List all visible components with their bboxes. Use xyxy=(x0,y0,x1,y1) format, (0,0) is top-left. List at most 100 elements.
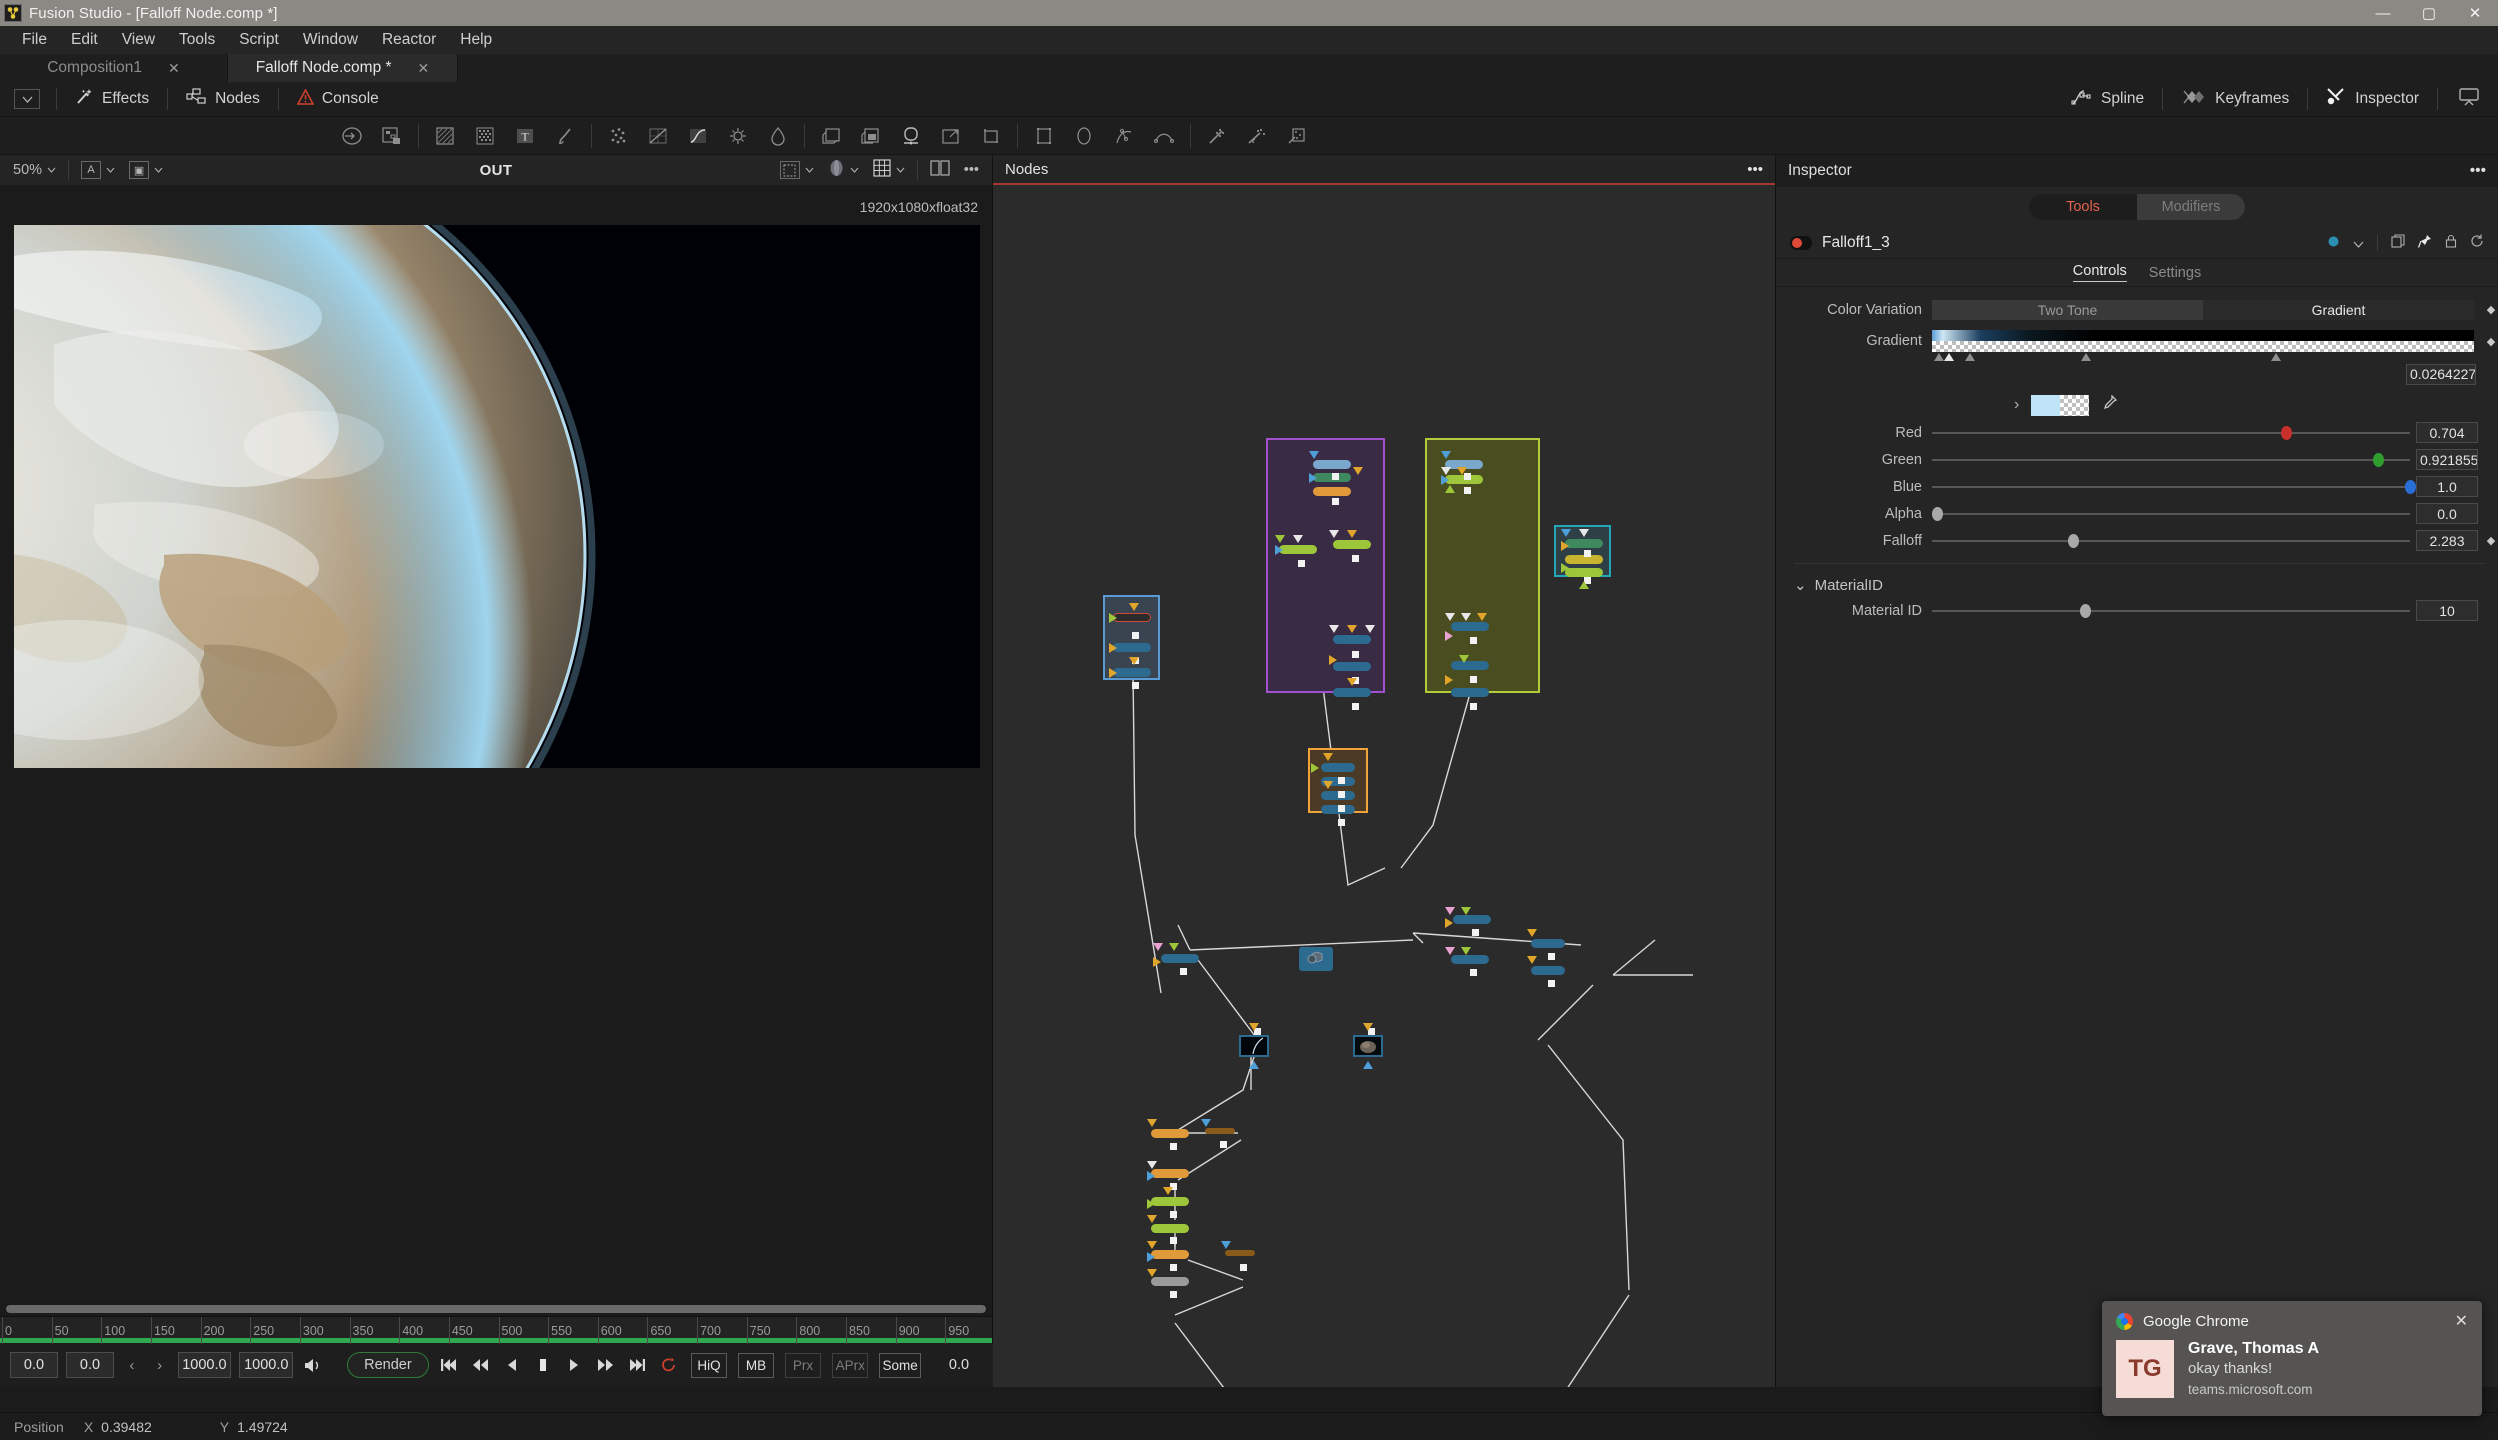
node-port-arrow[interactable] xyxy=(1147,1161,1157,1169)
node-port-arrow[interactable] xyxy=(1311,763,1319,773)
node-port-arrow[interactable] xyxy=(1445,485,1455,493)
prender-icon[interactable] xyxy=(1277,121,1317,151)
node-bar[interactable] xyxy=(1161,954,1199,963)
node-connector-handle[interactable] xyxy=(1548,953,1555,960)
polygon-mask-icon[interactable] xyxy=(1144,121,1184,151)
node-connector-handle[interactable] xyxy=(1464,487,1471,494)
ellipse-mask-icon[interactable] xyxy=(1064,121,1104,151)
green-slider[interactable] xyxy=(1932,451,2410,469)
node-bar[interactable] xyxy=(1451,622,1489,631)
chevron-down-icon[interactable] xyxy=(2353,235,2364,251)
keyframe-diamond-icon[interactable]: ◆ xyxy=(2484,534,2498,547)
menu-help[interactable]: Help xyxy=(448,28,504,52)
scroll-thumb[interactable] xyxy=(6,1305,986,1313)
node-connector-handle[interactable] xyxy=(1352,555,1359,562)
node-port-arrow[interactable] xyxy=(1445,675,1453,685)
nodes-more-button[interactable]: ••• xyxy=(1747,161,1763,178)
node-port-arrow[interactable] xyxy=(1527,956,1537,964)
out-point-field[interactable]: 1000.0 xyxy=(177,1352,232,1378)
layers-icon[interactable] xyxy=(851,121,891,151)
node-connector-handle[interactable] xyxy=(1170,1143,1177,1150)
node-port-arrow[interactable] xyxy=(1147,1252,1155,1262)
node-bar[interactable] xyxy=(1451,661,1489,670)
maximize-button[interactable]: ▢ xyxy=(2406,0,2452,26)
node-port-arrow[interactable] xyxy=(1527,929,1537,937)
viewer-more-button[interactable]: ••• xyxy=(957,159,986,181)
node-port-arrow[interactable] xyxy=(1153,943,1163,951)
tab-controls[interactable]: Controls xyxy=(2072,263,2127,282)
material-id-slider[interactable] xyxy=(1932,602,2410,620)
reset-icon[interactable] xyxy=(2470,234,2484,251)
node-bar[interactable] xyxy=(1453,915,1491,924)
notification-toast[interactable]: Google Chrome ✕ TG Grave, Thomas A okay … xyxy=(2102,1301,2482,1416)
node-bar[interactable] xyxy=(1333,688,1371,697)
node-connector-handle[interactable] xyxy=(1584,550,1591,557)
node-connector-handle[interactable] xyxy=(1470,703,1477,710)
keyframe-diamond-icon[interactable]: ◆ xyxy=(2484,303,2498,316)
node-connector-handle[interactable] xyxy=(1352,703,1359,710)
slider-knob[interactable] xyxy=(2372,452,2384,467)
node-port-arrow[interactable] xyxy=(1477,613,1487,621)
slider-knob[interactable] xyxy=(2280,425,2292,440)
node-connector-handle[interactable] xyxy=(1472,929,1479,936)
node-port-arrow[interactable] xyxy=(1109,668,1117,678)
node-connector-handle[interactable] xyxy=(1132,632,1139,639)
node-port-arrow[interactable] xyxy=(1445,907,1455,915)
inspector-button[interactable]: Inspector xyxy=(2310,82,2435,116)
node-port-arrow[interactable] xyxy=(1579,581,1589,589)
node-bar[interactable] xyxy=(1113,643,1151,652)
node-bar[interactable] xyxy=(1451,955,1489,964)
node-bar[interactable] xyxy=(1451,688,1489,697)
fast-reverse-icon[interactable] xyxy=(469,1352,492,1378)
inspector-more-button[interactable]: ••• xyxy=(2470,162,2486,180)
curves-icon[interactable] xyxy=(638,121,678,151)
node-bar[interactable] xyxy=(1333,662,1371,671)
node-port-arrow[interactable] xyxy=(1309,473,1317,483)
merge-icon[interactable] xyxy=(332,121,372,151)
node-port-arrow[interactable] xyxy=(1293,535,1303,543)
keyframe-diamond-icon[interactable]: ◆ xyxy=(2484,335,2498,348)
duplicate-icon[interactable] xyxy=(811,121,851,151)
node-port-arrow[interactable] xyxy=(1147,1119,1157,1127)
particles-icon[interactable] xyxy=(598,121,638,151)
node-connector-handle[interactable] xyxy=(1470,969,1477,976)
gradient-stop[interactable] xyxy=(2270,353,2281,361)
node-port-arrow[interactable] xyxy=(1579,529,1589,537)
transform-icon[interactable] xyxy=(891,121,931,151)
node-bar[interactable] xyxy=(1313,460,1351,469)
stop-icon[interactable] xyxy=(531,1352,554,1378)
play-icon[interactable] xyxy=(563,1352,586,1378)
node-connector-handle[interactable] xyxy=(1170,1291,1177,1298)
viewer-colorspace-control[interactable] xyxy=(821,159,866,181)
node-connector-handle[interactable] xyxy=(1352,651,1359,658)
node-connector-handle[interactable] xyxy=(1548,980,1555,987)
node-port-arrow[interactable] xyxy=(1445,613,1455,621)
noise-icon[interactable] xyxy=(465,121,505,151)
node-graph-canvas[interactable] xyxy=(993,185,1775,1387)
falloff-slider[interactable] xyxy=(1932,532,2410,550)
node-connector-handle[interactable] xyxy=(1332,498,1339,505)
copy-icon[interactable] xyxy=(2391,234,2405,251)
close-icon[interactable]: ✕ xyxy=(168,60,180,77)
gradient-stop[interactable] xyxy=(2081,353,2092,361)
gradient-position-field[interactable]: 0.0264227( xyxy=(2406,363,2476,385)
node-3d-preview[interactable] xyxy=(1299,947,1333,971)
menu-window[interactable]: Window xyxy=(291,28,370,52)
next-keyframe-button[interactable]: › xyxy=(150,1357,170,1374)
node-port-arrow[interactable] xyxy=(1129,657,1139,665)
tab-modifiers[interactable]: Modifiers xyxy=(2137,194,2245,220)
quality-mb-button[interactable]: MB xyxy=(738,1352,775,1378)
tab-falloff-node[interactable]: Falloff Node.comp * ✕ xyxy=(228,54,458,82)
color-variation-toggle[interactable]: Two Tone Gradient xyxy=(1932,299,2474,320)
background-icon[interactable] xyxy=(425,121,465,151)
node-bar[interactable] xyxy=(1279,545,1317,554)
node-connector-handle[interactable] xyxy=(1240,1264,1247,1271)
colorcurve-icon[interactable] xyxy=(678,121,718,151)
tab-settings[interactable]: Settings xyxy=(2149,265,2201,281)
node-port-arrow[interactable] xyxy=(1323,781,1333,789)
node-port-arrow[interactable] xyxy=(1561,541,1569,551)
node-connector-handle[interactable] xyxy=(1338,819,1345,826)
menu-reactor[interactable]: Reactor xyxy=(370,28,448,52)
time-value-field[interactable]: 0.0 xyxy=(935,1352,983,1378)
loop-icon[interactable] xyxy=(657,1352,680,1378)
